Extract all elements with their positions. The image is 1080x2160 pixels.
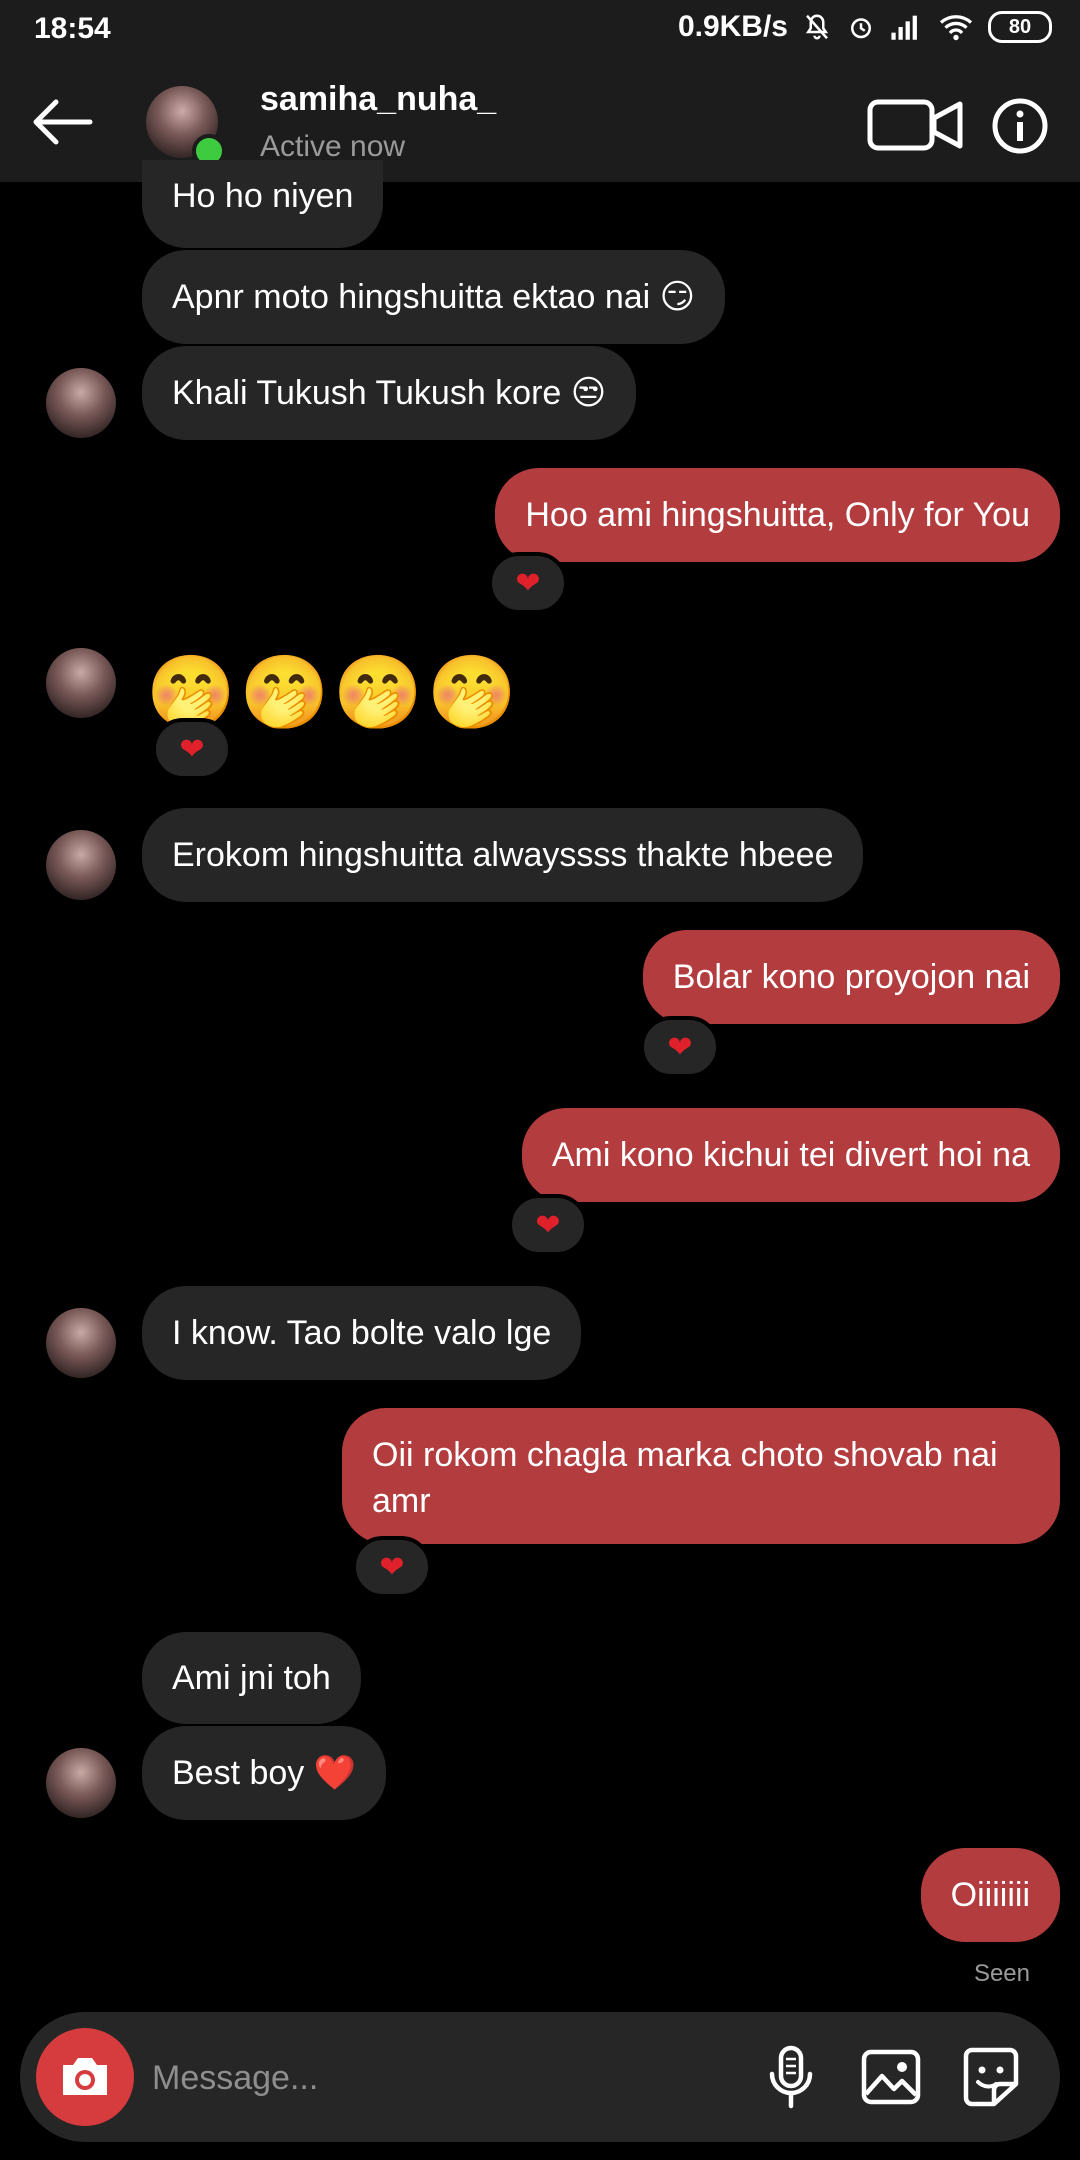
incoming-message[interactable]: Ho ho niyen (142, 160, 384, 248)
signal-icon (891, 15, 917, 40)
message-composer (20, 2012, 1060, 2142)
battery-icon: 80 (988, 11, 1052, 43)
alarm-icon (851, 18, 871, 39)
active-status: Active now (260, 130, 406, 163)
status-icons: 0.9KB/s 80 (678, 10, 1052, 44)
avatar[interactable] (46, 830, 116, 900)
status-bar: 18:54 0.9KB/s 80 (0, 0, 1080, 62)
bell-off-icon (805, 14, 829, 40)
status-time: 18:54 (34, 12, 111, 45)
info-icon[interactable] (990, 96, 1050, 156)
heart-reaction[interactable]: ❤ (640, 1016, 720, 1078)
avatar[interactable] (46, 1308, 116, 1378)
camera-icon (63, 2058, 107, 2095)
network-speed: 0.9KB/s (677, 10, 788, 43)
incoming-message[interactable]: Ami jni toh (142, 1632, 361, 1724)
incoming-message[interactable]: I know. Tao bolte valo lge (142, 1286, 582, 1380)
heart-reaction[interactable]: ❤ (508, 1194, 588, 1256)
heart-reaction[interactable]: ❤ (488, 552, 568, 614)
heart-reaction[interactable]: ❤ (352, 1536, 432, 1598)
video-call-icon[interactable] (862, 96, 972, 154)
back-arrow-icon[interactable] (28, 92, 98, 152)
seen-indicator: Seen (973, 1960, 1030, 1987)
avatar[interactable] (46, 648, 116, 718)
avatar[interactable] (46, 1748, 116, 1818)
outgoing-message[interactable]: Ami kono kichui tei divert hoi na (521, 1108, 1060, 1202)
heart-reaction[interactable]: ❤ (152, 718, 232, 780)
incoming-message[interactable]: Best boy ❤️ (142, 1726, 387, 1820)
microphone-icon[interactable] (756, 2042, 826, 2112)
outgoing-message[interactable]: Oiiiiiii (920, 1848, 1060, 1942)
battery-level: 80 (1008, 15, 1032, 38)
sticker-icon[interactable] (956, 2042, 1026, 2112)
avatar[interactable] (46, 368, 116, 438)
outgoing-message[interactable]: Hoo ami hingshuitta, Only for You (495, 468, 1060, 562)
wifi-icon (939, 15, 973, 41)
incoming-message[interactable]: Khali Tukush Tukush kore 😒 (142, 346, 637, 440)
gallery-icon[interactable] (856, 2042, 926, 2112)
incoming-message[interactable]: Erokom hingshuitta alwayssss thakte hbee… (142, 808, 864, 902)
chat-username[interactable]: samiha_nuha_ (260, 80, 496, 119)
outgoing-message[interactable]: Oii rokom chagla marka choto shovab nai … (342, 1408, 1060, 1544)
camera-button[interactable] (36, 2028, 134, 2126)
outgoing-message[interactable]: Bolar kono proyojon nai (642, 930, 1060, 1024)
message-input[interactable] (150, 2046, 714, 2110)
incoming-message[interactable]: Apnr moto hingshuitta ektao nai 😏 (142, 250, 726, 344)
